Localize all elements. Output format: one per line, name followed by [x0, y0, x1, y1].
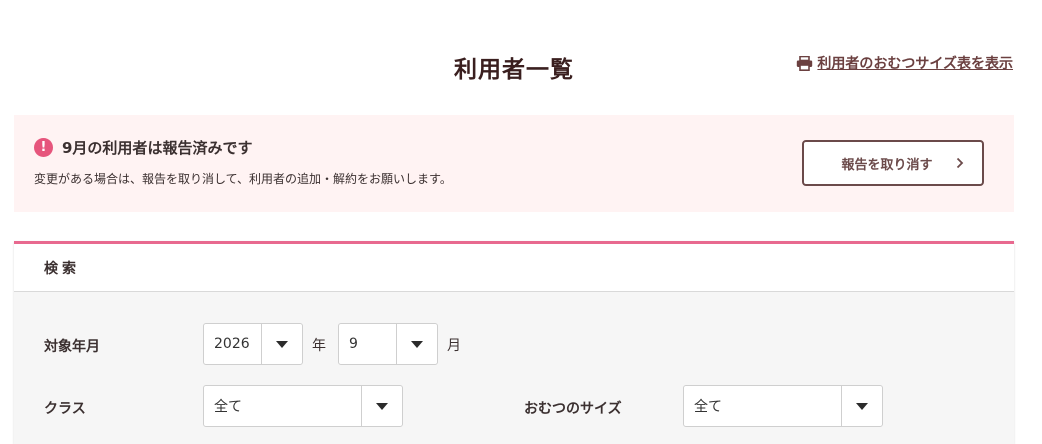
- exclamation-circle-icon: !: [34, 138, 53, 157]
- class-select-value: 全て: [214, 399, 242, 415]
- cancel-report-button[interactable]: 報告を取り消す: [802, 140, 984, 186]
- diaper-size-label: おむつのサイズ: [524, 401, 622, 417]
- year-unit: 年: [312, 338, 326, 354]
- printer-icon: [796, 55, 813, 71]
- year-select[interactable]: 2026: [203, 323, 303, 365]
- search-panel: 検索 対象年月 2026 年 9 月 クラス 全て おむつのサイズ 全て: [14, 241, 1014, 444]
- class-label: クラス: [44, 401, 86, 417]
- cancel-report-button-label: 報告を取り消す: [841, 157, 933, 173]
- chevron-right-icon: [956, 157, 982, 169]
- diaper-size-select-value: 全て: [694, 399, 722, 415]
- month-select-value: 9: [349, 336, 358, 352]
- print-link-label: 利用者のおむつサイズ表を表示: [817, 56, 1013, 72]
- year-select-value: 2026: [214, 336, 250, 352]
- report-status-alert: ! 9月の利用者は報告済みです 変更がある場合は、報告を取り消して、利用者の追加…: [14, 115, 1014, 212]
- alert-heading-row: ! 9月の利用者は報告済みです: [34, 137, 252, 158]
- search-heading: 検索: [14, 244, 1014, 292]
- chevron-down-icon: [841, 386, 882, 426]
- target-month-label: 対象年月: [44, 339, 100, 355]
- month-select[interactable]: 9: [338, 323, 438, 365]
- diaper-size-select[interactable]: 全て: [683, 385, 883, 427]
- alert-message: 変更がある場合は、報告を取り消して、利用者の追加・解約をお願いします。: [34, 172, 452, 186]
- class-select[interactable]: 全て: [203, 385, 403, 427]
- alert-heading: 9月の利用者は報告済みです: [62, 139, 253, 157]
- chevron-down-icon: [361, 386, 402, 426]
- show-diaper-size-table-link[interactable]: 利用者のおむつサイズ表を表示: [796, 53, 1013, 73]
- chevron-down-icon: [396, 324, 437, 364]
- chevron-down-icon: [261, 324, 302, 364]
- month-unit: 月: [447, 338, 461, 354]
- page: 利用者一覧 利用者のおむつサイズ表を表示 ! 9月の利用者は報告済みです 変更が…: [0, 0, 1042, 444]
